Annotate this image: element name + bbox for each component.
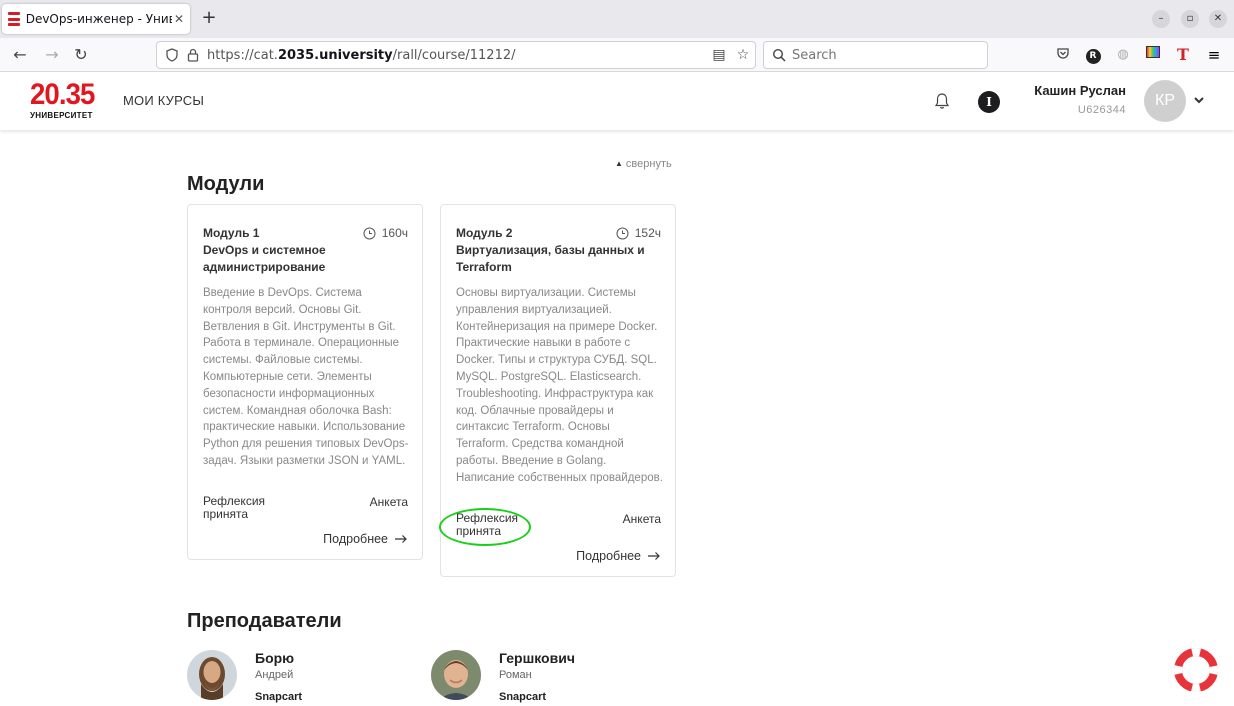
avatar[interactable]: КР bbox=[1144, 80, 1186, 122]
lock-icon[interactable] bbox=[187, 48, 199, 62]
user-id: U626344 bbox=[1077, 104, 1126, 116]
extension-color-icon[interactable] bbox=[1144, 46, 1162, 64]
restore-icon[interactable]: ▫ bbox=[1181, 10, 1199, 28]
more-details-label: Подробнее bbox=[576, 549, 641, 563]
teacher-photo bbox=[187, 650, 237, 700]
url-bar[interactable]: https://cat.2035.university/rall/course/… bbox=[156, 41, 756, 69]
teacher-first-name: Роман bbox=[499, 669, 532, 681]
help-lifebuoy-icon[interactable] bbox=[1174, 648, 1218, 692]
info-button[interactable]: I bbox=[978, 91, 1000, 113]
nav-my-courses[interactable]: МОИ КУРСЫ bbox=[123, 93, 204, 108]
bookmark-star-icon[interactable]: ☆ bbox=[735, 47, 751, 63]
module-hours-value: 160ч bbox=[381, 226, 408, 240]
close-window-icon[interactable]: ✕ bbox=[1209, 10, 1227, 28]
survey-link[interactable]: Анкета bbox=[623, 512, 661, 526]
url-prefix: https://cat. bbox=[207, 47, 278, 63]
module-title: DevOps и системное администрирование bbox=[203, 243, 326, 274]
module-card-1: Модуль 1 160ч DevOps и системное админис… bbox=[187, 204, 423, 560]
arrow-right-icon bbox=[648, 552, 660, 560]
tab-close-icon[interactable]: ✕ bbox=[174, 12, 184, 26]
extension-r-icon[interactable]: R bbox=[1084, 46, 1102, 64]
search-icon bbox=[772, 48, 786, 62]
teacher-organization: Snapcart bbox=[499, 691, 547, 703]
browser-tab[interactable]: DevOps-инженер - Униве ✕ bbox=[2, 4, 190, 34]
highlight-ellipse bbox=[439, 508, 531, 546]
extension-t-icon[interactable]: T bbox=[1174, 46, 1192, 64]
teacher-last-name: Борю bbox=[255, 650, 295, 666]
clock-icon bbox=[363, 227, 376, 239]
modules-heading: Модули bbox=[187, 173, 265, 195]
site-header: 20.35 УНИВЕРСИТЕТ МОИ КУРСЫ I Кашин Русл… bbox=[0, 72, 1234, 130]
teachers-heading: Преподаватели bbox=[187, 610, 342, 632]
teacher-organization: Snapcart bbox=[255, 691, 303, 703]
module-number: Модуль 2 bbox=[456, 226, 513, 240]
university-logo[interactable]: 20.35 УНИВЕРСИТЕТ bbox=[30, 78, 100, 121]
teacher-photo bbox=[431, 650, 481, 700]
collapse-label: свернуть bbox=[625, 158, 672, 170]
new-tab-icon[interactable]: + bbox=[198, 7, 220, 29]
reflection-status: Рефлексия принята bbox=[203, 494, 266, 521]
module-description: Основы виртуализации. Системы управления… bbox=[456, 287, 663, 484]
module-hours: 152ч bbox=[616, 226, 661, 240]
site-favicon-icon bbox=[8, 12, 20, 26]
shield-icon[interactable] bbox=[165, 48, 179, 62]
reader-view-icon[interactable]: ▤ bbox=[711, 47, 727, 63]
forward-icon[interactable]: → bbox=[42, 45, 62, 65]
extension-globe-icon[interactable]: ◍ bbox=[1114, 46, 1132, 64]
collapse-link[interactable]: ▲ свернуть bbox=[615, 158, 672, 170]
url-domain: 2035.university bbox=[277, 47, 393, 63]
search-input[interactable] bbox=[792, 47, 972, 63]
chevron-up-icon: ▲ bbox=[615, 159, 623, 168]
logo-subtitle: УНИВЕРСИТЕТ bbox=[30, 111, 93, 120]
more-details-link[interactable]: Подробнее bbox=[576, 549, 661, 563]
back-icon[interactable]: ← bbox=[10, 45, 30, 65]
url-path: /rall/course/11212/ bbox=[392, 47, 516, 63]
user-name[interactable]: Кашин Руслан bbox=[1034, 83, 1126, 98]
more-details-link[interactable]: Подробнее bbox=[323, 532, 408, 546]
clock-icon bbox=[616, 227, 629, 239]
notifications-bell-icon[interactable] bbox=[933, 92, 951, 110]
module-hours-value: 152ч bbox=[634, 226, 661, 240]
module-description: Введение в DevOps. Система контроля верс… bbox=[203, 287, 409, 467]
chevron-down-icon[interactable] bbox=[1192, 93, 1206, 107]
menu-hamburger-icon[interactable]: ≡ bbox=[1205, 46, 1223, 64]
arrow-right-icon bbox=[395, 535, 407, 543]
logo-number: 20.35 bbox=[30, 78, 95, 111]
reload-icon[interactable]: ↻ bbox=[71, 45, 91, 65]
tab-title: DevOps-инженер - Униве bbox=[25, 12, 172, 26]
teacher-first-name: Андрей bbox=[255, 669, 294, 681]
minimize-icon[interactable]: – bbox=[1152, 10, 1170, 28]
module-number: Модуль 1 bbox=[203, 226, 260, 240]
module-hours: 160ч bbox=[363, 226, 408, 240]
module-title: Виртуализация, базы данных и Terraform bbox=[456, 243, 645, 274]
url-text: https://cat.2035.university/rall/course/… bbox=[207, 48, 516, 63]
survey-link[interactable]: Анкета bbox=[370, 495, 408, 509]
browser-nav-bar: ← → ↻ https://cat.2035.university/rall/c… bbox=[0, 38, 1234, 72]
pocket-icon[interactable] bbox=[1054, 46, 1072, 64]
teacher-last-name: Гершкович bbox=[499, 650, 575, 666]
browser-tab-bar: DevOps-инженер - Униве ✕ + – ▫ ✕ bbox=[0, 0, 1234, 38]
more-details-label: Подробнее bbox=[323, 532, 388, 546]
search-bar[interactable] bbox=[763, 41, 988, 69]
